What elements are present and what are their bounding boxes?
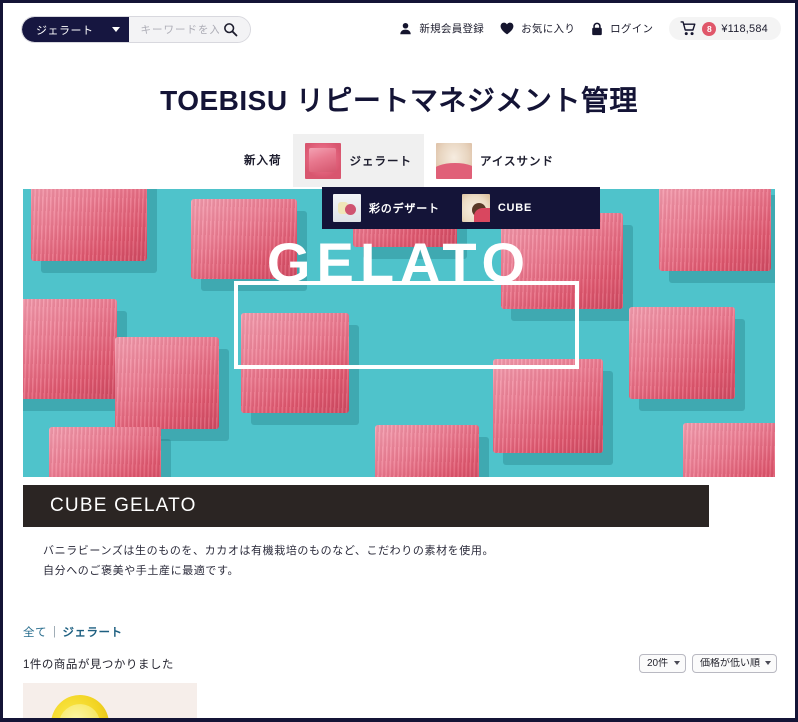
- nav-favorites-label: お気に入り: [521, 23, 576, 35]
- per-page-select[interactable]: 20件: [639, 654, 686, 673]
- cube-thumb-icon: [461, 194, 490, 222]
- section-band-title: CUBE GELATO: [50, 495, 197, 516]
- nav-login[interactable]: ログイン: [591, 21, 653, 36]
- sort-select[interactable]: 価格が低い順: [692, 654, 777, 673]
- result-count: 1件の商品が見つかりました: [23, 659, 174, 671]
- page-title: TOEBISU リピートマネジメント管理: [160, 85, 638, 116]
- product-card[interactable]: [23, 683, 197, 718]
- user-icon: [400, 22, 412, 35]
- lemon-icon: [43, 687, 117, 718]
- cart-icon: [680, 21, 696, 36]
- lock-icon: [592, 22, 602, 35]
- cart-amount: ¥118,584: [721, 22, 768, 35]
- hero-cube: [49, 427, 161, 477]
- dropdown-item-label: CUBE: [497, 202, 533, 214]
- hero-cube: [115, 337, 219, 429]
- nav-register[interactable]: 新規会員登録: [399, 21, 484, 36]
- nav-favorites[interactable]: お気に入り: [500, 21, 575, 36]
- cart-button[interactable]: 8 ¥118,584: [669, 17, 781, 40]
- category-dropdown-menu: 彩のデザート CUBE: [322, 187, 600, 229]
- search-button[interactable]: [221, 22, 244, 37]
- product-grid: [23, 683, 775, 718]
- breadcrumb-separator: |: [53, 626, 57, 638]
- hero-text-frame: [234, 281, 579, 369]
- section-band: CUBE GELATO: [23, 485, 709, 527]
- breadcrumb-root[interactable]: 全て: [23, 624, 47, 640]
- header-nav: 新規会員登録 お気に入り ログイン 8 ¥118,584: [399, 17, 781, 40]
- category-item-label: アイスサンド: [479, 155, 555, 168]
- dessert-thumb-icon: [333, 194, 361, 222]
- category-item-new-arrivals[interactable]: 新入荷: [232, 134, 294, 187]
- hero-cube: [23, 299, 117, 399]
- dropdown-item-label: 彩のデザート: [369, 203, 440, 215]
- search-icon: [223, 23, 237, 37]
- hero-cube: [683, 423, 775, 477]
- heart-icon: [500, 22, 514, 35]
- section-description-line1: バニラビーンズは生のものを、カカオは有機栽培のものなど、こだわりの素材を使用。: [43, 545, 495, 557]
- hero-cube: [493, 359, 603, 453]
- hero-title: GELATO: [266, 231, 532, 294]
- search-category-dropdown[interactable]: ジェラート: [22, 17, 129, 42]
- section-description: バニラビーンズは生のものを、カカオは有機栽培のものなど、こだわりの素材を使用。 …: [43, 541, 494, 582]
- sort-controls: 20件 価格が低い順: [639, 653, 777, 673]
- nav-register-label: 新規会員登録: [419, 23, 485, 35]
- per-page-select-wrap: 20件: [639, 653, 686, 673]
- page-frame: ジェラート 新規会員登録: [0, 0, 798, 722]
- dropdown-item-irodori-dessert[interactable]: 彩のデザート: [333, 194, 440, 222]
- dropdown-item-cube[interactable]: CUBE: [461, 194, 533, 222]
- breadcrumb: 全て | ジェラート: [23, 624, 123, 640]
- hero-banner[interactable]: GELATO: [23, 189, 775, 477]
- hero-cube: [375, 425, 479, 477]
- category-item-label: 新入荷: [243, 155, 282, 167]
- search-bar: ジェラート: [21, 16, 251, 43]
- product-thumbnail: [23, 683, 197, 718]
- hero-cube: [629, 307, 735, 399]
- gelato-thumb-icon: [305, 142, 342, 179]
- breadcrumb-current[interactable]: ジェラート: [63, 624, 123, 640]
- category-item-label: ジェラート: [349, 155, 412, 168]
- chevron-down-icon: [111, 27, 120, 32]
- search-input[interactable]: [138, 22, 221, 37]
- category-item-gelato[interactable]: ジェラート: [293, 134, 424, 187]
- category-nav: 新入荷 ジェラート アイスサンド: [3, 134, 795, 187]
- nav-login-label: ログイン: [610, 23, 654, 35]
- search-field: [128, 17, 250, 42]
- site-header: ジェラート 新規会員登録: [3, 3, 795, 58]
- sort-select-wrap: 価格が低い順: [692, 653, 777, 673]
- cart-badge: 8: [702, 21, 717, 36]
- section-description-line2: 自分へのご褒美や手土産に最適です。: [43, 565, 240, 578]
- icesand-thumb-icon: [435, 142, 472, 179]
- search-category-label: ジェラート: [36, 24, 94, 37]
- category-item-icesand[interactable]: アイスサンド: [424, 134, 566, 187]
